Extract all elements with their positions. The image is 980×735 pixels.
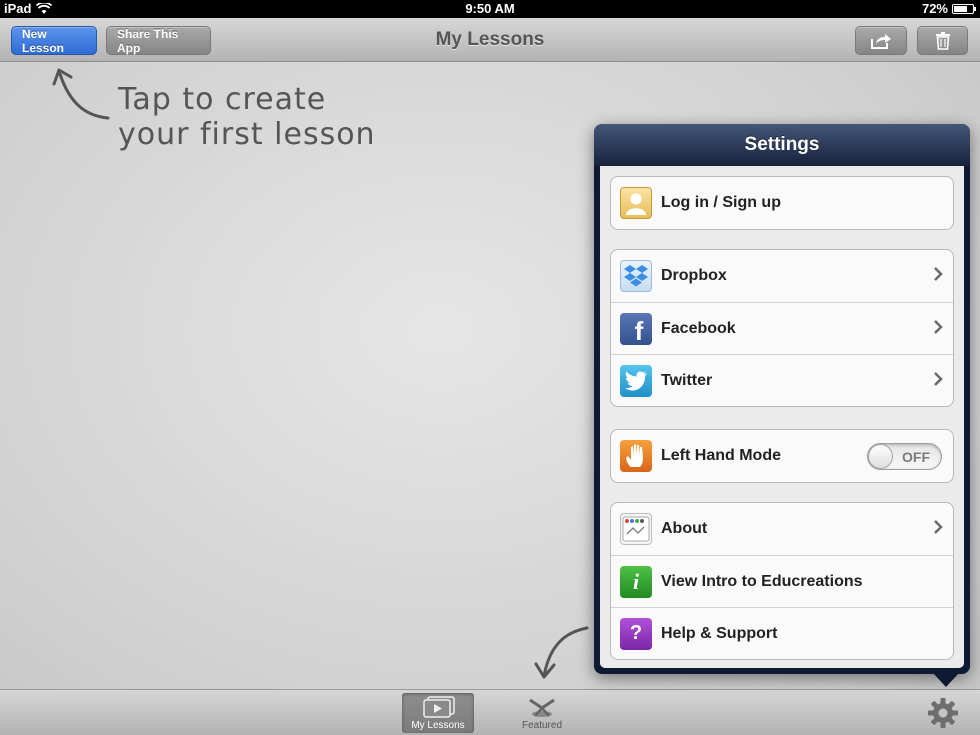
row-label: Left Hand Mode xyxy=(661,447,781,464)
chevron-right-icon xyxy=(934,320,943,334)
my-lessons-icon xyxy=(423,696,455,718)
twitter-icon xyxy=(620,364,652,397)
create-lesson-hint: Tap to create your first lesson xyxy=(118,82,376,152)
preferences-group: Left Hand Mode OFF xyxy=(610,429,954,483)
status-bar: iPad 9:50 AM 72% xyxy=(0,0,980,18)
info-group: About i View Intro to Educreations ? Hel… xyxy=(610,502,954,660)
left-hand-mode-row: Left Hand Mode OFF xyxy=(611,430,953,482)
tab-featured[interactable]: Featured xyxy=(506,693,578,733)
facebook-icon: f xyxy=(620,312,652,346)
user-icon xyxy=(620,187,652,219)
featured-icon xyxy=(529,698,555,717)
account-group: Log in / Sign up xyxy=(610,176,954,230)
row-label: Facebook xyxy=(661,319,736,337)
share-icon xyxy=(871,33,891,49)
help-icon: ? xyxy=(620,617,652,650)
clock: 9:50 AM xyxy=(465,1,515,16)
chevron-right-icon xyxy=(934,372,943,386)
hint-line-1: Tap to create xyxy=(118,82,327,117)
hint-arrow-icon xyxy=(52,68,110,120)
about-row[interactable]: About xyxy=(611,503,953,555)
left-hand-mode-toggle[interactable]: OFF xyxy=(867,443,942,470)
login-row[interactable]: Log in / Sign up xyxy=(611,177,953,229)
twitter-row[interactable]: Twitter xyxy=(611,354,953,406)
settings-body: Log in / Sign up Dropbox f Facebook Twit… xyxy=(600,166,964,668)
hand-icon xyxy=(620,440,652,472)
row-label: Twitter xyxy=(661,371,713,389)
bottom-tab-bar: My Lessons Featured xyxy=(0,689,980,735)
chevron-right-icon xyxy=(934,267,943,281)
top-toolbar: New Lesson Share This App My Lessons xyxy=(0,18,980,62)
facebook-row[interactable]: f Facebook xyxy=(611,302,953,354)
tab-my-lessons[interactable]: My Lessons xyxy=(402,693,474,733)
chevron-right-icon xyxy=(934,520,943,534)
tab-label: Featured xyxy=(521,720,563,731)
battery-icon xyxy=(952,3,976,14)
row-label: Help & Support xyxy=(661,624,778,642)
settings-popover: Settings Log in / Sign up Dropbox f Face… xyxy=(594,124,970,687)
gear-icon[interactable] xyxy=(927,697,959,729)
about-icon xyxy=(620,513,652,545)
delete-button[interactable] xyxy=(917,26,968,55)
toggle-state: OFF xyxy=(902,449,930,465)
help-support-row[interactable]: ? Help & Support xyxy=(611,607,953,659)
info-icon: i xyxy=(620,565,652,598)
page-title: My Lessons xyxy=(435,29,545,50)
row-label: Log in / Sign up xyxy=(661,194,781,211)
row-label: Dropbox xyxy=(661,267,727,284)
services-group: Dropbox f Facebook Twitter xyxy=(610,249,954,407)
dropbox-row[interactable]: Dropbox xyxy=(611,250,953,302)
row-label: About xyxy=(661,520,708,537)
trash-icon xyxy=(935,31,950,50)
hint-line-2: your first lesson xyxy=(118,117,376,152)
dropbox-icon xyxy=(620,260,652,292)
settings-title: Settings xyxy=(594,124,970,166)
export-button[interactable] xyxy=(855,26,907,55)
featured-arrow-icon xyxy=(534,626,589,679)
battery-percent: 72% xyxy=(921,1,948,16)
tab-label: My Lessons xyxy=(411,720,465,731)
row-label: View Intro to Educreations xyxy=(661,572,863,590)
toggle-knob xyxy=(868,444,893,469)
view-intro-row[interactable]: i View Intro to Educreations xyxy=(611,555,953,607)
